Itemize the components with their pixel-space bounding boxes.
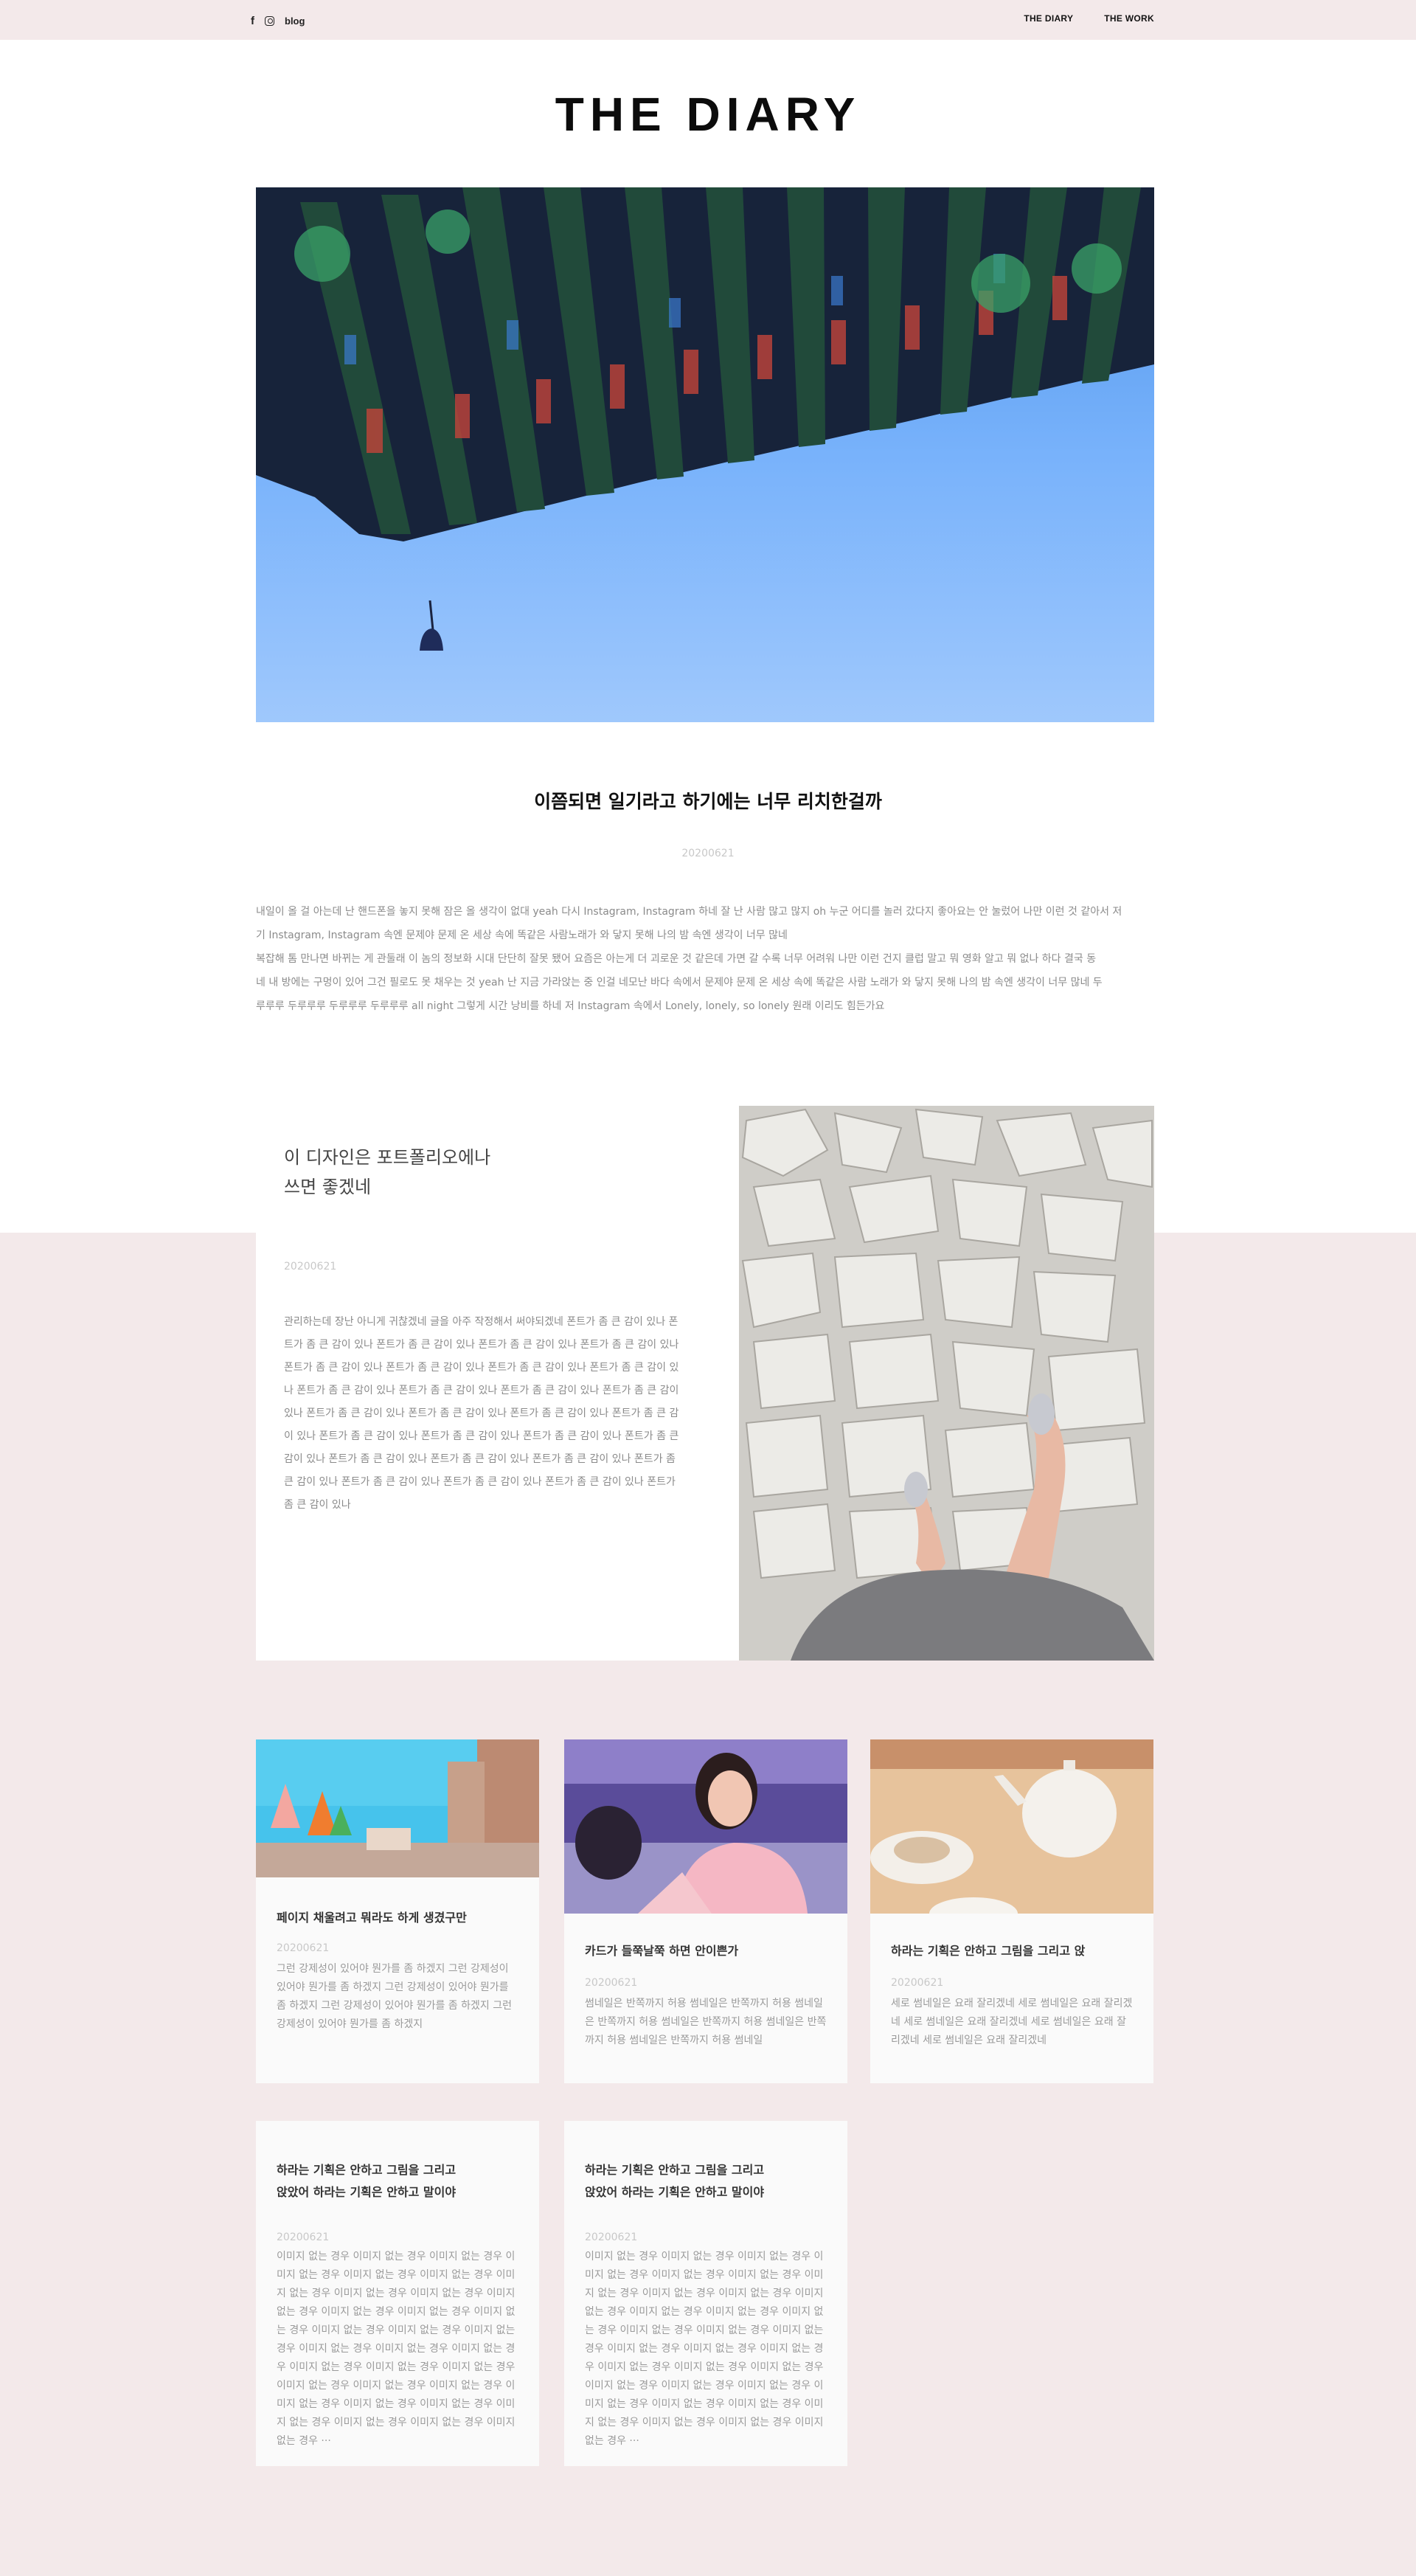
top-navigation-bar: f blog THE DIARY THE WORK	[0, 0, 1416, 40]
post-card-thumbnail[interactable]	[564, 1739, 847, 1914]
post-card-body: 페이지 채울려고 뭐라도 하게 생겼구만 20200621 그런 강제성이 있어…	[256, 1877, 539, 2034]
hero-image[interactable]	[256, 187, 1154, 722]
facebook-icon[interactable]: f	[251, 15, 254, 27]
featured-post-card[interactable]: 이 디자인은 포트폴리오에나 쓰면 좋겠네 20200621 관리하는데 장난 …	[256, 1106, 1154, 1661]
nav-link-the-diary[interactable]: THE DIARY	[1024, 13, 1073, 24]
hero-post-body: 내일이 올 걸 아는데 난 핸드폰을 놓지 못해 잠은 올 생각이 없대 yea…	[256, 900, 1154, 1018]
featured-post-image[interactable]	[739, 1106, 1154, 1661]
hero-post-line: 복잡해 톰 만나면 바뀌는 게 관둘래 이 놈의 정보화 시대 단단히 잘못 됐…	[256, 953, 1097, 965]
featured-post-text: 이 디자인은 포트폴리오에나 쓰면 좋겠네 20200621 관리하는데 장난 …	[256, 1106, 739, 1661]
post-card-excerpt: 썸네일은 반쪽까지 허용 썸네일은 반쪽까지 허용 썸네일은 반쪽까지 허용 썸…	[585, 1998, 827, 2046]
post-card-thumbnail[interactable]	[870, 1739, 1153, 1914]
post-card-body: 하라는 기획은 안하고 그림을 그리고 앉았어 하라는 기획은 안하고 말이야 …	[564, 2121, 847, 2451]
theme-park-illustration	[256, 1739, 539, 1877]
post-card-excerpt: 그런 강제성이 있어야 뭔가를 좀 하겠지 그런 강제성이 있어야 뭔가를 좀 …	[277, 1963, 512, 2030]
post-card-title[interactable]: 하라는 기획은 안하고 그림을 그리고 앉	[891, 1940, 1133, 1962]
post-card[interactable]: 하라는 기획은 안하고 그림을 그리고 앉 20200621 세로 썸네일은 요…	[870, 1739, 1153, 2083]
post-card-title[interactable]: 하라는 기획은 안하고 그림을 그리고 앉았어 하라는 기획은 안하고 말이야	[277, 2159, 468, 2203]
teapot-illustration	[870, 1739, 1153, 1914]
post-card-date: 20200621	[585, 2232, 638, 2243]
main-nav: THE DIARY THE WORK	[1024, 13, 1154, 24]
post-card-excerpt: 이미지 없는 경우 이미지 없는 경우 이미지 없는 경우 이미지 없는 경우 …	[277, 2251, 516, 2447]
blog-link[interactable]: blog	[285, 15, 305, 27]
post-card-thumbnail[interactable]	[256, 1739, 539, 1877]
post-card-title[interactable]: 카드가 들쭉날쭉 하면 안이쁜가	[585, 1940, 827, 1962]
post-card-body: 카드가 들쭉날쭉 하면 안이쁜가 20200621 썸네일은 반쪽까지 허용 썸…	[564, 1914, 847, 2050]
hero-post-line: 기 Instagram, Instagram 속엔 문제야 문제 온 세상 속에…	[256, 929, 788, 941]
social-links: f blog	[251, 13, 305, 28]
hero-post-date: 20200621	[681, 848, 735, 859]
post-card-date: 20200621	[891, 1977, 944, 1989]
hero-post-line: 루루루 두루루루 두루루루 두루루루 all night 그렇게 시간 낭비를 …	[256, 1000, 885, 1012]
featured-post-date: 20200621	[284, 1261, 337, 1273]
post-card[interactable]: 페이지 채울려고 뭐라도 하게 생겼구만 20200621 그런 강제성이 있어…	[256, 1739, 539, 2083]
post-card[interactable]: 카드가 들쭉날쭉 하면 안이쁜가 20200621 썸네일은 반쪽까지 허용 썸…	[564, 1739, 847, 2083]
hero-post-line: 내일이 올 걸 아는데 난 핸드폰을 놓지 못해 잠은 올 생각이 없대 yea…	[256, 906, 1122, 918]
post-card[interactable]: 하라는 기획은 안하고 그림을 그리고 앉았어 하라는 기획은 안하고 말이야 …	[256, 2121, 539, 2466]
post-card-date: 20200621	[277, 2232, 330, 2243]
post-card-title[interactable]: 하라는 기획은 안하고 그림을 그리고 앉았어 하라는 기획은 안하고 말이야	[585, 2159, 777, 2203]
post-card-title[interactable]: 페이지 채울려고 뭐라도 하게 생겼구만	[277, 1907, 518, 1929]
instagram-icon[interactable]	[265, 15, 274, 26]
post-card[interactable]: 하라는 기획은 안하고 그림을 그리고 앉았어 하라는 기획은 안하고 말이야 …	[564, 2121, 847, 2466]
post-card-excerpt: 이미지 없는 경우 이미지 없는 경우 이미지 없는 경우 이미지 없는 경우 …	[585, 2251, 824, 2447]
rocks-illustration	[739, 1106, 1154, 1661]
post-card-body: 하라는 기획은 안하고 그림을 그리고 앉았어 하라는 기획은 안하고 말이야 …	[256, 2121, 539, 2451]
post-card-date: 20200621	[585, 1977, 638, 1989]
featured-post-excerpt: 관리하는데 장난 아니게 귀찮겠네 글을 아주 작정해서 써야되겠네 폰트가 좀…	[284, 1316, 679, 1511]
site-title[interactable]: THE DIARY	[0, 87, 1416, 142]
post-card-date: 20200621	[277, 1942, 330, 1954]
hero-post-title[interactable]: 이쯤되면 일기라고 하기에는 너무 리치한걸까	[0, 787, 1416, 814]
post-card-excerpt: 세로 썸네일은 요래 잘리겠네 세로 썸네일은 요래 잘리겠네 세로 썸네일은 …	[891, 1998, 1133, 2046]
featured-post-title[interactable]: 이 디자인은 포트폴리오에나 쓰면 좋겠네	[284, 1143, 505, 1202]
hero-post-line: 네 내 방에는 구멍이 있어 그건 필로도 못 채우는 것 yeah 난 지금 …	[256, 977, 1103, 988]
nav-link-the-work[interactable]: THE WORK	[1104, 13, 1154, 24]
selfie-illustration	[564, 1739, 847, 1914]
hero-illustration	[256, 187, 1154, 722]
post-card-body: 하라는 기획은 안하고 그림을 그리고 앉 20200621 세로 썸네일은 요…	[870, 1914, 1153, 2050]
